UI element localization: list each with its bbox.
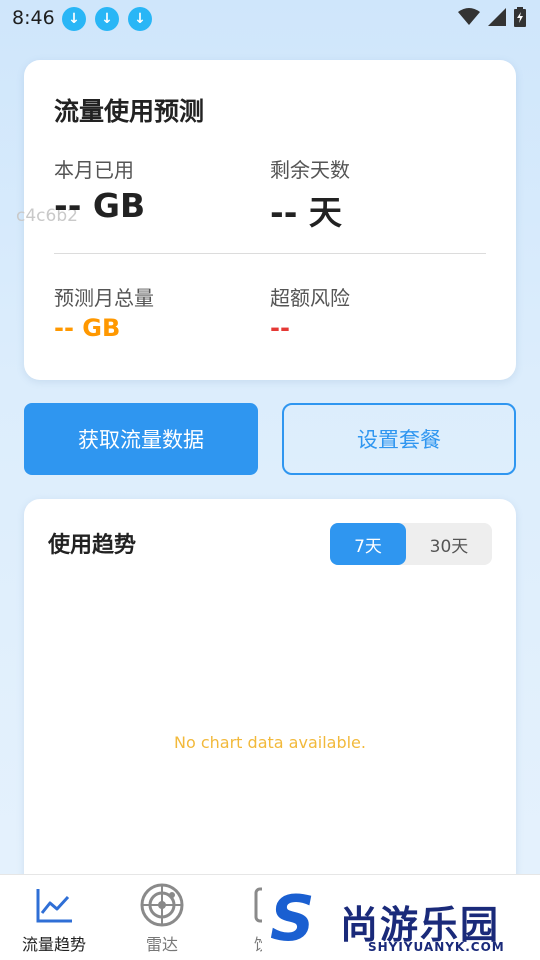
divider	[54, 253, 486, 254]
risk-value: --	[270, 314, 290, 342]
range-toggle: 7天 30天	[330, 523, 492, 565]
line-chart-icon	[36, 889, 72, 923]
nav-label-trend: 流量趋势	[21, 935, 86, 954]
forecast-label: 预测月总量	[54, 286, 154, 310]
range-30d-button[interactable]: 30天	[406, 523, 492, 565]
wifi-icon	[458, 8, 480, 25]
download-notification-icon: ↓	[95, 7, 119, 31]
download-notification-icon: ↓	[62, 7, 86, 31]
trend-title: 使用趋势	[48, 533, 137, 558]
nav-item-radar[interactable]: 雷达	[108, 883, 216, 955]
used-label: 本月已用	[54, 158, 134, 182]
card-title: 流量使用预测	[54, 97, 205, 126]
set-plan-button[interactable]: 设置套餐	[282, 403, 516, 475]
nav-item-trend[interactable]: 流量趋势	[0, 883, 108, 955]
cell-signal-icon	[488, 8, 506, 26]
remaining-days-value: -- 天	[270, 193, 342, 232]
watermark-s-icon: S	[270, 882, 315, 955]
usage-trend-card: 使用趋势 7天 30天 No chart data available.	[24, 499, 516, 899]
download-notification-icon: ↓	[128, 7, 152, 31]
watermark-en-text: SHYIYUANYK.COM	[368, 940, 505, 954]
nav-label-radar: 雷达	[145, 935, 178, 954]
forecast-value: -- GB	[54, 314, 121, 342]
watermark-logo: S 尚游乐园 SHYIYUANYK.COM	[262, 880, 540, 960]
usage-forecast-card: 流量使用预测 本月已用 c4c6b2 -- GB 剩余天数 -- 天 预测月总量…	[16, 60, 516, 380]
risk-label: 超额风险	[270, 286, 350, 310]
status-bar: 8:46 ↓ ↓ ↓	[0, 0, 540, 36]
fetch-data-button[interactable]: 获取流量数据	[24, 403, 258, 475]
radar-icon	[140, 883, 184, 927]
used-value: -- GB	[54, 186, 146, 225]
range-7d-button[interactable]: 7天	[330, 523, 406, 565]
remaining-days-label: 剩余天数	[270, 158, 350, 182]
battery-icon	[514, 7, 526, 27]
empty-chart-message: No chart data available.	[174, 733, 366, 752]
status-time: 8:46	[12, 7, 55, 29]
